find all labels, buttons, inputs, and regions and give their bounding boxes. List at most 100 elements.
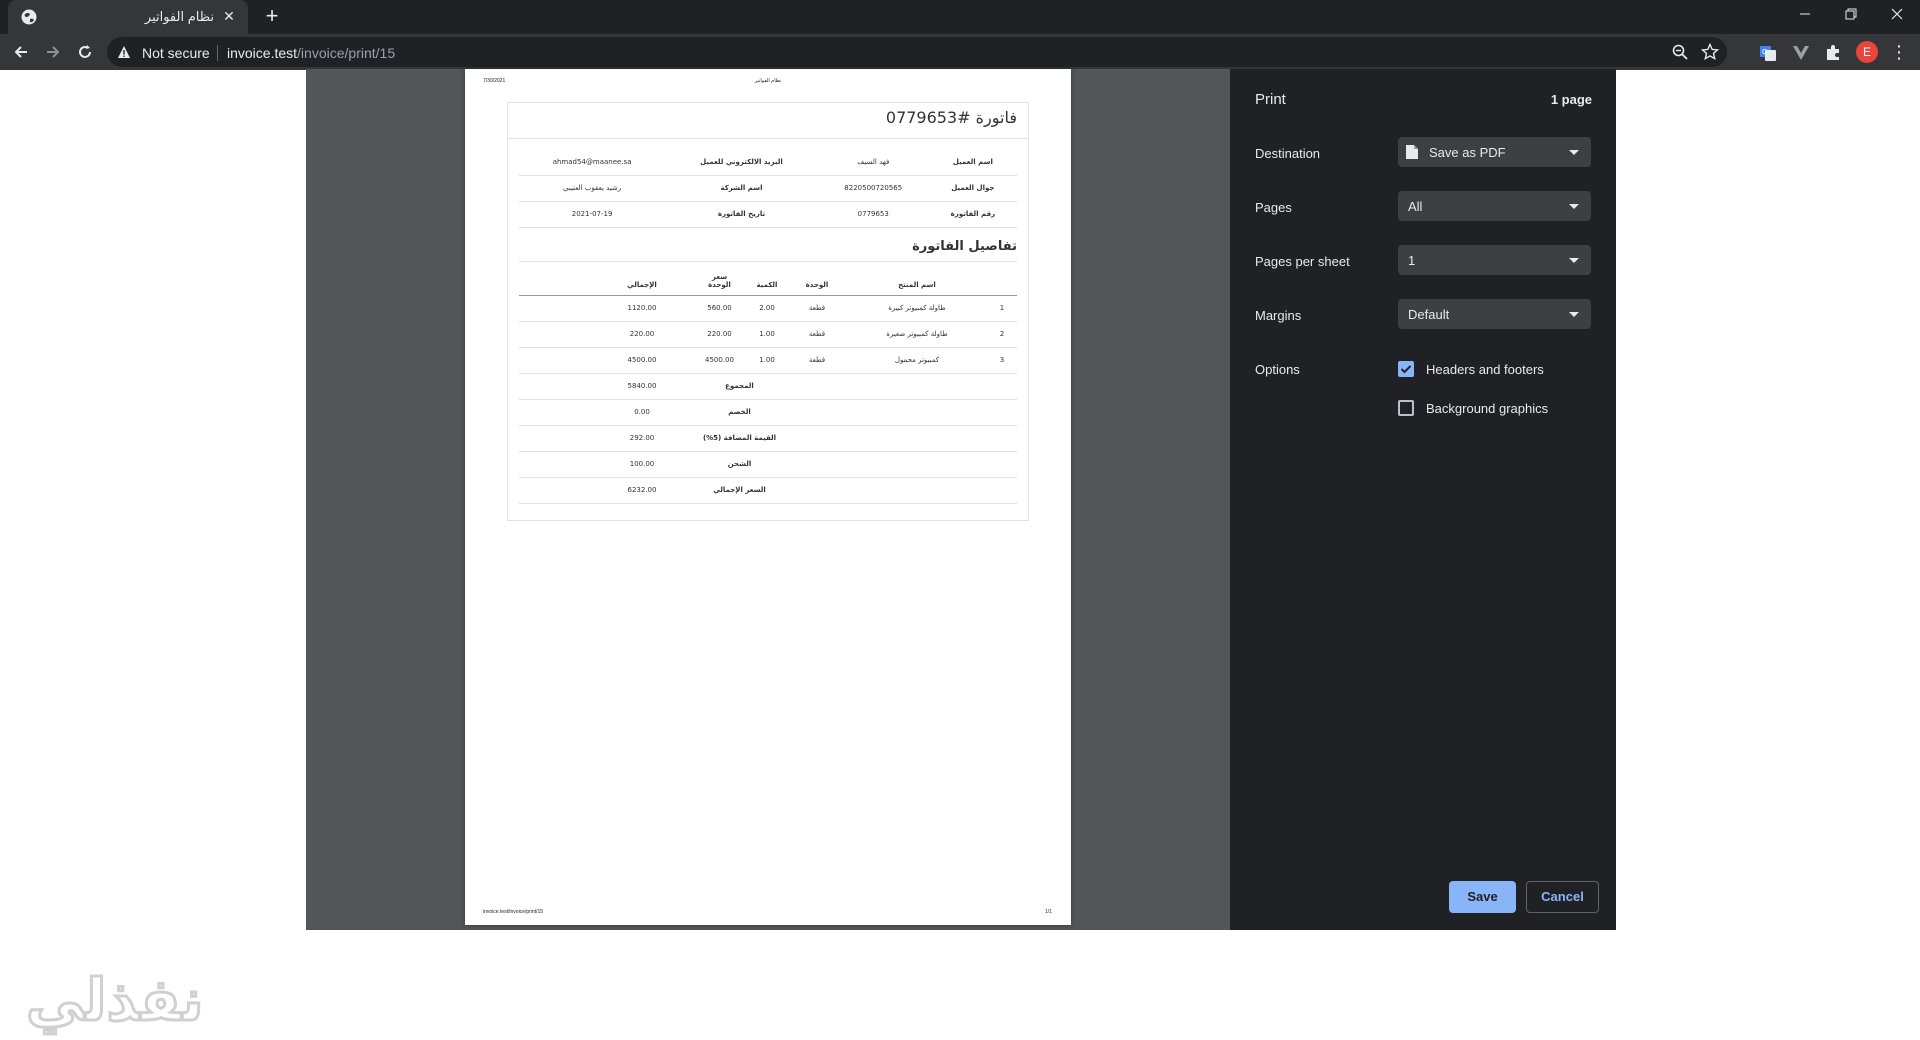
tab-strip: نظام الفواتير ✕ +: [0, 0, 1920, 34]
chevron-down-icon: [1569, 258, 1579, 263]
summary-label: الخصم: [692, 399, 787, 426]
save-button[interactable]: Save: [1449, 881, 1516, 913]
cell-price: 220.00: [692, 321, 747, 348]
warning-icon[interactable]: [117, 45, 131, 59]
summary-value: 100.00: [592, 451, 692, 478]
new-tab-button[interactable]: +: [259, 4, 285, 30]
minimize-icon[interactable]: [1782, 0, 1828, 30]
cell-product: طاولة كمبيوتر صغيرة: [847, 321, 987, 348]
url-path: /invoice/print/15: [297, 45, 396, 61]
reload-icon[interactable]: [71, 38, 99, 66]
margins-value: Default: [1408, 307, 1450, 322]
info-value: 2021-07-19: [519, 201, 666, 228]
preview-page: 7/30/2021 نظام الفواتير فاتورة #0779653 …: [465, 69, 1071, 925]
cell-num: 1: [987, 295, 1017, 322]
summary-value: 0.00: [592, 399, 692, 426]
close-window-icon[interactable]: [1874, 0, 1920, 30]
cell-empty: [787, 477, 1017, 504]
summary-row: المجموع 5840.00: [519, 373, 1017, 400]
pages-value: All: [1408, 199, 1423, 214]
cell-empty: [787, 451, 1017, 478]
tab-title: نظام الفواتير: [144, 9, 214, 24]
url-text[interactable]: invoice.test/invoice/print/15: [227, 45, 395, 61]
info-key: اسم الشركة: [665, 175, 818, 202]
globe-icon: [21, 9, 37, 25]
page-footer-number: 1/1: [1045, 909, 1052, 915]
restore-icon[interactable]: [1828, 0, 1874, 30]
cell-product: طاولة كمبيوتر كبيرة: [847, 295, 987, 322]
active-tab[interactable]: نظام الفواتير ✕: [8, 0, 248, 34]
security-label[interactable]: Not secure: [142, 45, 210, 61]
summary-label: السعر الإجمالي: [692, 477, 787, 504]
background-graphics-label[interactable]: Background graphics: [1426, 401, 1548, 416]
cell-price: 4500.00: [692, 347, 747, 374]
chevron-down-icon: [1569, 204, 1579, 209]
extensions-puzzle-icon[interactable]: [1822, 42, 1844, 64]
margins-select[interactable]: Default: [1398, 299, 1591, 329]
address-bar[interactable]: Not secure invoice.test/invoice/print/15: [107, 37, 1727, 67]
browser-toolbar: Not secure invoice.test/invoice/print/15…: [0, 34, 1920, 70]
cell-qty: 1.00: [747, 347, 787, 374]
col-num: [987, 260, 1017, 296]
background-graphics-checkbox[interactable]: [1398, 400, 1414, 416]
info-value: 8220500720565: [817, 175, 929, 202]
back-arrow-icon[interactable]: [7, 38, 35, 66]
invoice-title: فاتورة #0779653: [885, 108, 1017, 127]
pages-per-sheet-select[interactable]: 1: [1398, 245, 1591, 275]
print-settings-panel: Print 1 page Destination Save as PDF Pag…: [1230, 69, 1616, 930]
summary-label: المجموع: [692, 373, 787, 400]
info-key: البريد الالكتروني للعميل: [665, 149, 818, 176]
cancel-button[interactable]: Cancel: [1526, 881, 1599, 913]
cell-unit: قطعة: [787, 295, 847, 322]
cell-empty: [519, 477, 592, 504]
checkmark-icon: [1400, 365, 1412, 374]
pages-per-sheet-value: 1: [1408, 253, 1416, 268]
invoice-items-table: اسم المنتج الوحدة الكمية سعر الوحدة الإجم…: [519, 260, 1017, 504]
cell-empty: [519, 399, 592, 426]
vue-devtools-icon[interactable]: [1790, 42, 1812, 64]
info-key: رقم الفاتورة: [928, 201, 1017, 228]
kebab-menu-icon[interactable]: ⋮: [1888, 41, 1910, 63]
headers-footers-checkbox[interactable]: [1398, 361, 1414, 377]
watermark-logo: نفذلي: [24, 965, 206, 1036]
invoice-card-body: اسم العميل فهد السيف البريد الالكتروني ل…: [508, 139, 1028, 514]
options-label: Options: [1255, 362, 1300, 377]
col-unit: الوحدة: [787, 260, 847, 296]
cell-total: 4500.00: [592, 347, 692, 374]
summary-row: السعر الإجمالي 6232.00: [519, 477, 1017, 504]
cell-qty: 2.00: [747, 295, 787, 322]
summary-row: الشحن 100.00: [519, 451, 1017, 478]
cell-empty: [519, 451, 592, 478]
cell-total: 220.00: [592, 321, 692, 348]
bookmark-star-icon[interactable]: [1701, 43, 1719, 61]
info-row: جوال العميل 8220500720565 اسم الشركة رشي…: [519, 175, 1017, 202]
cell-empty: [519, 373, 592, 400]
pages-label: Pages: [1255, 200, 1292, 215]
forward-arrow-icon[interactable]: [39, 38, 67, 66]
cell-num: 2: [987, 321, 1017, 348]
chevron-down-icon: [1569, 150, 1579, 155]
table-row: 1 طاولة كمبيوتر كبيرة قطعة 2.00 560.00 1…: [519, 295, 1017, 322]
summary-row: الخصم 0.00: [519, 399, 1017, 426]
cell-qty: 1.00: [747, 321, 787, 348]
zoom-icon[interactable]: [1671, 43, 1689, 61]
pages-select[interactable]: All: [1398, 191, 1591, 221]
close-tab-icon[interactable]: ✕: [220, 7, 238, 25]
translate-extension-icon[interactable]: G: [1757, 42, 1779, 64]
destination-label: Destination: [1255, 146, 1321, 161]
print-preview-area: 7/30/2021 نظام الفواتير فاتورة #0779653 …: [306, 69, 1230, 930]
cell-total: 1120.00: [592, 295, 692, 322]
summary-value: 5840.00: [592, 373, 692, 400]
headers-footers-label[interactable]: Headers and footers: [1426, 362, 1544, 377]
destination-select[interactable]: Save as PDF: [1398, 137, 1591, 167]
col-price-line2: الوحدة: [708, 280, 731, 289]
cell-unit: قطعة: [787, 321, 847, 348]
col-total: الإجمالي: [592, 260, 692, 296]
cell-empty: [519, 425, 592, 452]
profile-avatar[interactable]: E: [1856, 41, 1878, 63]
cell-empty: [787, 399, 1017, 426]
summary-row: القيمة المضافة (5%) 292.00: [519, 425, 1017, 452]
pages-per-sheet-label: Pages per sheet: [1255, 254, 1350, 269]
table-header-row: اسم المنتج الوحدة الكمية سعر الوحدة الإجم…: [519, 260, 1017, 296]
table-row: 2 طاولة كمبيوتر صغيرة قطعة 1.00 220.00 2…: [519, 321, 1017, 348]
